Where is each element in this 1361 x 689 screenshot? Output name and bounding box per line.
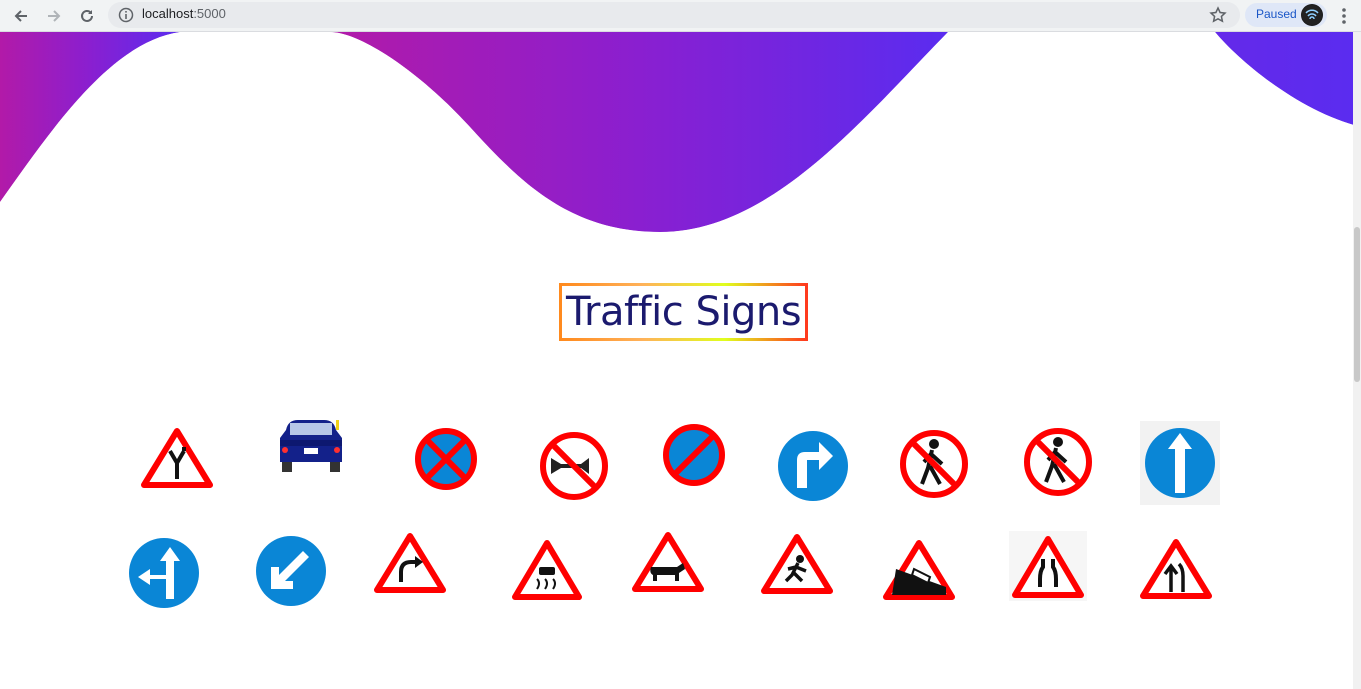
profile-avatar-icon (1302, 5, 1322, 25)
url-host: localhost (142, 6, 194, 21)
profile-paused-button[interactable]: Paused (1245, 3, 1327, 27)
browser-menu-button[interactable] (1336, 6, 1352, 30)
forward-button[interactable] (42, 4, 66, 28)
cattle-icon[interactable] (631, 531, 705, 593)
avatar (1301, 4, 1323, 26)
url-text: localhost:5000 (142, 6, 226, 21)
page-scrollbar[interactable] (1353, 32, 1361, 689)
no-stopping-icon[interactable] (413, 426, 479, 492)
browser-toolbar: localhost:5000 Paused (0, 0, 1361, 32)
turn-right-icon[interactable] (777, 430, 849, 502)
info-icon (118, 7, 134, 23)
back-button[interactable] (9, 4, 33, 28)
page-content: Traffic Signs (0, 32, 1361, 689)
reload-button[interactable] (75, 4, 99, 28)
no-pedestrians-icon[interactable] (898, 428, 970, 500)
straight-or-left-icon[interactable] (128, 537, 200, 609)
side-road-junction-icon[interactable] (140, 427, 214, 489)
keep-left-icon[interactable] (255, 535, 327, 607)
right-bend-icon[interactable] (373, 532, 447, 594)
forward-arrow-icon (48, 10, 61, 22)
no-pedestrians-icon[interactable] (1022, 426, 1094, 498)
car-rear-icon[interactable] (276, 418, 346, 474)
no-horn-icon[interactable] (537, 430, 611, 502)
paused-label: Paused (1256, 7, 1297, 21)
url-port: :5000 (193, 6, 226, 21)
children-icon[interactable] (760, 533, 834, 595)
page-title-box: Traffic Signs (559, 283, 809, 341)
header-wave (0, 32, 1361, 292)
no-parking-icon[interactable] (661, 422, 727, 488)
address-bar[interactable]: localhost:5000 (108, 2, 1240, 28)
straight-ahead-icon[interactable] (1140, 421, 1220, 505)
reload-icon (81, 9, 93, 22)
scrollbar-thumb[interactable] (1354, 227, 1360, 382)
steep-descent-icon[interactable] (882, 539, 956, 601)
star-icon[interactable] (1209, 6, 1227, 24)
narrow-bridge-icon[interactable] (1009, 531, 1087, 601)
more-vert-icon (1342, 8, 1346, 24)
lane-merge-icon[interactable] (1139, 538, 1213, 600)
slippery-road-icon[interactable] (511, 539, 583, 601)
back-arrow-icon (14, 10, 27, 22)
page-title: Traffic Signs (566, 289, 802, 335)
